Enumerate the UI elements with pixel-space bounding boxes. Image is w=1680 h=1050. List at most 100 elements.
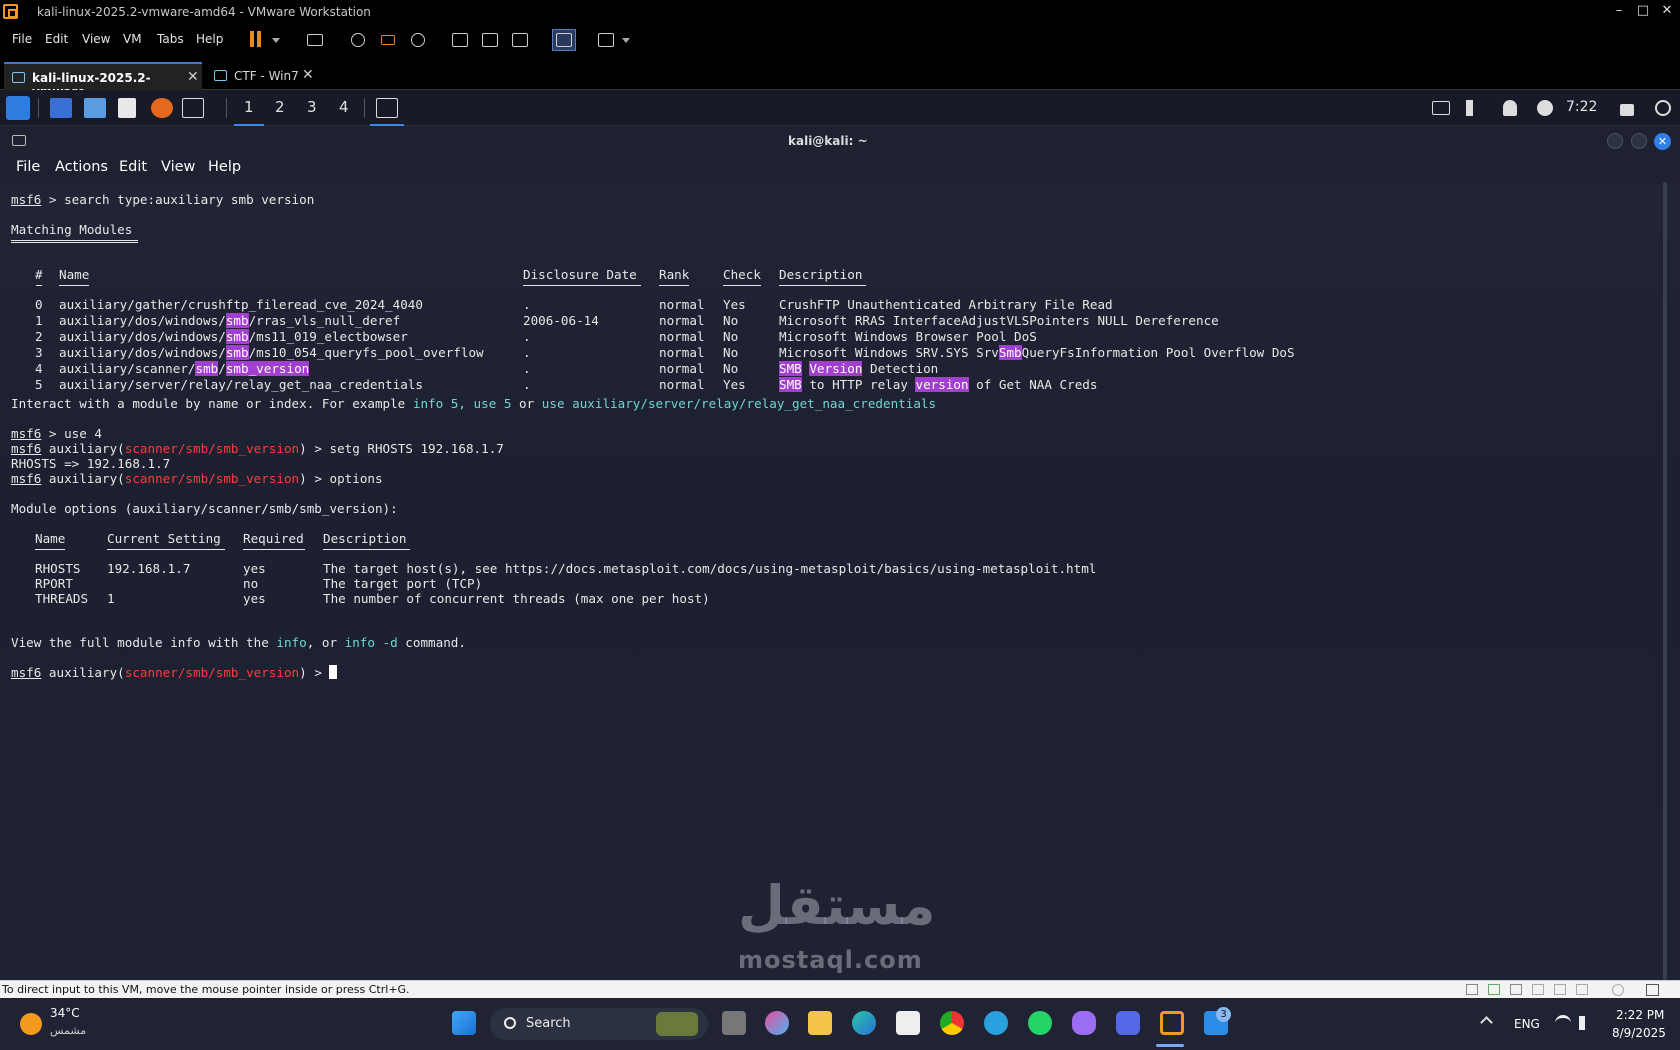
tab-label: CTF - Win7 <box>234 69 299 83</box>
snapshot-icon[interactable] <box>348 31 368 49</box>
workspace-1[interactable]: 1 <box>244 98 254 116</box>
file-explorer-icon[interactable] <box>808 1011 832 1035</box>
terminal-menu-actions[interactable]: Actions <box>55 159 108 175</box>
send-ctrl-alt-del-icon[interactable] <box>305 31 325 49</box>
weather-sun-icon[interactable] <box>20 1013 42 1035</box>
panel-clock[interactable]: 7:22 <box>1566 99 1597 115</box>
printer-icon[interactable] <box>1554 984 1566 995</box>
search-placeholder: Search <box>526 1016 571 1031</box>
power-manager-icon[interactable] <box>1537 100 1553 116</box>
display-device-icon[interactable] <box>1576 984 1588 995</box>
terminal-maximize-button[interactable] <box>1631 133 1647 149</box>
module-check: No <box>723 361 739 376</box>
weather-temp[interactable]: 34°C <box>50 1006 80 1020</box>
module-name: auxiliary/dos/windows/smb/ms10_054_query… <box>59 345 484 360</box>
tab-close-icon[interactable]: ✕ <box>302 67 314 83</box>
message-log-icon[interactable] <box>1646 984 1659 996</box>
status-message: To direct input to this VM, move the mou… <box>2 983 410 996</box>
thumbnail-bar-icon[interactable] <box>480 31 500 49</box>
module-num: 2 <box>35 329 43 344</box>
start-windows-icon[interactable] <box>452 1011 476 1035</box>
firefox-icon[interactable] <box>151 98 173 118</box>
module-rank: normal <box>659 297 705 312</box>
tab-kali[interactable]: kali-linux-2025.2-vmware... ✕ <box>4 62 202 99</box>
volume-icon[interactable] <box>1466 100 1484 116</box>
weather-desc: مشمس <box>50 1024 87 1037</box>
menu-help[interactable]: Help <box>196 32 223 46</box>
command-line: msf6 > search type:auxiliary smb version <box>11 192 315 207</box>
console-view-icon[interactable] <box>552 29 576 51</box>
sound-icon[interactable] <box>1510 984 1522 995</box>
stretch-guest-icon[interactable] <box>596 31 630 49</box>
menu-view[interactable]: View <box>82 32 110 46</box>
task-view-icon[interactable] <box>722 1011 746 1035</box>
vmware-taskbar-icon[interactable] <box>1160 1011 1184 1035</box>
module-rank: normal <box>659 377 705 392</box>
text-editor-icon[interactable] <box>118 98 136 118</box>
lock-icon[interactable] <box>1620 104 1634 116</box>
snapshot-manager-icon[interactable] <box>408 31 428 49</box>
language-indicator[interactable]: ENG <box>1514 1017 1540 1031</box>
close-button[interactable]: ✕ <box>1657 3 1677 18</box>
opt-header-setting: Current Setting <box>107 531 221 546</box>
taskbar-search[interactable]: Search <box>490 1008 708 1040</box>
kali-menu-icon[interactable] <box>6 96 30 120</box>
workspace-2[interactable]: 2 <box>275 98 285 116</box>
module-num: 5 <box>35 377 43 392</box>
tray-time[interactable]: 2:22 PM <box>1616 1008 1664 1022</box>
terminal-launcher-icon[interactable] <box>182 98 204 118</box>
menu-file[interactable]: File <box>12 32 32 46</box>
show-desktop-icon[interactable] <box>50 98 72 118</box>
network-icon[interactable] <box>1488 984 1500 995</box>
edge-icon[interactable] <box>852 1011 876 1035</box>
tab-ctf-win7[interactable]: CTF - Win7 ✕ <box>206 62 318 90</box>
pause-vm-button[interactable] <box>248 31 280 49</box>
whatsapp-icon[interactable] <box>1028 1011 1052 1035</box>
tray-chevron-up-icon[interactable] <box>1480 1016 1493 1029</box>
workspace-4[interactable]: 4 <box>339 98 349 116</box>
file-manager-icon[interactable] <box>84 98 106 118</box>
hdd-icon[interactable] <box>1466 984 1478 995</box>
terminal-minimize-button[interactable] <box>1607 133 1623 149</box>
terminal-scrollbar[interactable] <box>1663 182 1667 980</box>
speaker-icon[interactable] <box>1579 1016 1593 1030</box>
terminal-close-button[interactable]: ✕ <box>1654 133 1671 150</box>
tray-date[interactable]: 8/9/2025 <box>1612 1026 1666 1040</box>
module-num: 0 <box>35 297 43 312</box>
show-library-icon[interactable] <box>450 31 470 49</box>
minimize-button[interactable]: – <box>1609 3 1629 18</box>
workspace-3[interactable]: 3 <box>307 98 317 116</box>
col-header-date: Disclosure Date <box>523 267 637 282</box>
terminal-window-button[interactable] <box>376 98 398 118</box>
usb-icon[interactable] <box>1532 984 1544 995</box>
menu-tabs[interactable]: Tabs <box>157 32 184 46</box>
menu-vm[interactable]: VM <box>123 32 142 46</box>
revert-snapshot-icon[interactable] <box>378 31 398 49</box>
app-icon[interactable] <box>1072 1011 1096 1035</box>
chrome-icon[interactable] <box>940 1011 964 1035</box>
store-icon[interactable] <box>896 1011 920 1035</box>
terminal-menu-file[interactable]: File <box>16 159 40 175</box>
display-icon[interactable] <box>1432 101 1450 115</box>
copilot-icon[interactable] <box>765 1011 789 1035</box>
telegram-icon[interactable] <box>984 1011 1008 1035</box>
module-rank: normal <box>659 313 705 328</box>
module-num: 1 <box>35 313 43 328</box>
option-desc: The number of concurrent threads (max on… <box>323 591 710 606</box>
menu-edit[interactable]: Edit <box>45 32 68 46</box>
visual-studio-icon[interactable] <box>1116 1011 1140 1035</box>
full-screen-icon[interactable] <box>510 31 530 49</box>
maximize-button[interactable]: □ <box>1633 3 1653 18</box>
terminal-menu-view[interactable]: View <box>161 159 195 175</box>
window-title: kali-linux-2025.2-vmware-amd64 - VMware … <box>37 5 371 19</box>
terminal-menu-edit[interactable]: Edit <box>119 159 147 175</box>
terminal-menu-help[interactable]: Help <box>208 159 241 175</box>
notifications-icon[interactable] <box>1503 100 1517 116</box>
settings-icon[interactable] <box>1612 984 1624 996</box>
logout-icon[interactable] <box>1655 100 1671 116</box>
module-rank: normal <box>659 345 705 360</box>
wifi-icon[interactable] <box>1555 1015 1571 1031</box>
tab-close-icon[interactable]: ✕ <box>187 69 199 85</box>
terminal-output[interactable]: msf6 > search type:auxiliary smb version… <box>0 184 1680 980</box>
active-prompt[interactable]: msf6 auxiliary(scanner/smb/smb_version) … <box>11 665 338 681</box>
